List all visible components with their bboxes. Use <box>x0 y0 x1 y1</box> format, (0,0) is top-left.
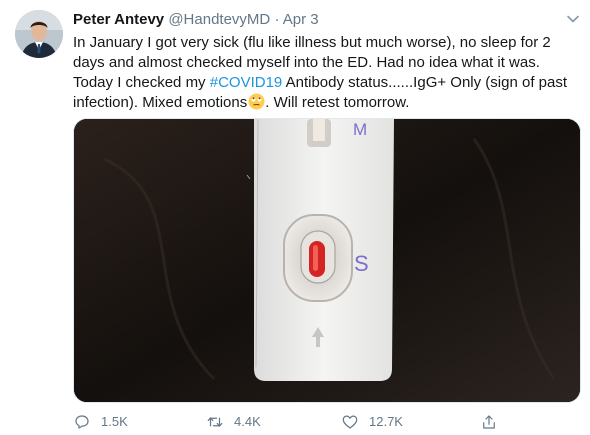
chevron-down-icon[interactable] <box>563 9 583 29</box>
retweet-button[interactable]: 4.4K <box>206 412 261 432</box>
tweet-actions: 1.5K 4.4K 12.7K <box>73 412 503 432</box>
share-button[interactable] <box>480 412 508 432</box>
reply-button[interactable]: 1.5K <box>73 412 128 432</box>
tweet-date[interactable]: Apr 3 <box>283 11 319 28</box>
like-count: 12.7K <box>369 414 403 429</box>
avatar[interactable] <box>15 10 63 58</box>
label-m: M <box>353 120 367 139</box>
like-button[interactable]: 12.7K <box>341 412 403 432</box>
reply-count: 1.5K <box>101 414 128 429</box>
tweet-header: Peter Antevy @HandtevyMD · Apr 3 <box>73 11 319 29</box>
share-icon <box>483 415 495 429</box>
like-icon <box>342 415 358 429</box>
label-s: S <box>354 251 369 276</box>
tweet-text-end: . Will retest tomorrow. <box>265 94 410 111</box>
separator-dot: · <box>274 11 280 28</box>
rolling-eyes-emoji <box>248 93 265 110</box>
reply-icon <box>75 415 89 429</box>
tweet-photo[interactable]: M S <box>73 118 581 403</box>
author-name[interactable]: Peter Antevy <box>73 11 164 28</box>
retweet-icon <box>207 417 223 427</box>
retweet-count: 4.4K <box>234 414 261 429</box>
tweet-text: In January I got very sick (flu like ill… <box>73 33 583 113</box>
hashtag-link[interactable]: #COVID19 <box>210 74 283 91</box>
author-handle[interactable]: @HandtevyMD <box>168 11 270 28</box>
tweet[interactable]: Peter Antevy @HandtevyMD · Apr 3 In Janu… <box>0 0 590 435</box>
